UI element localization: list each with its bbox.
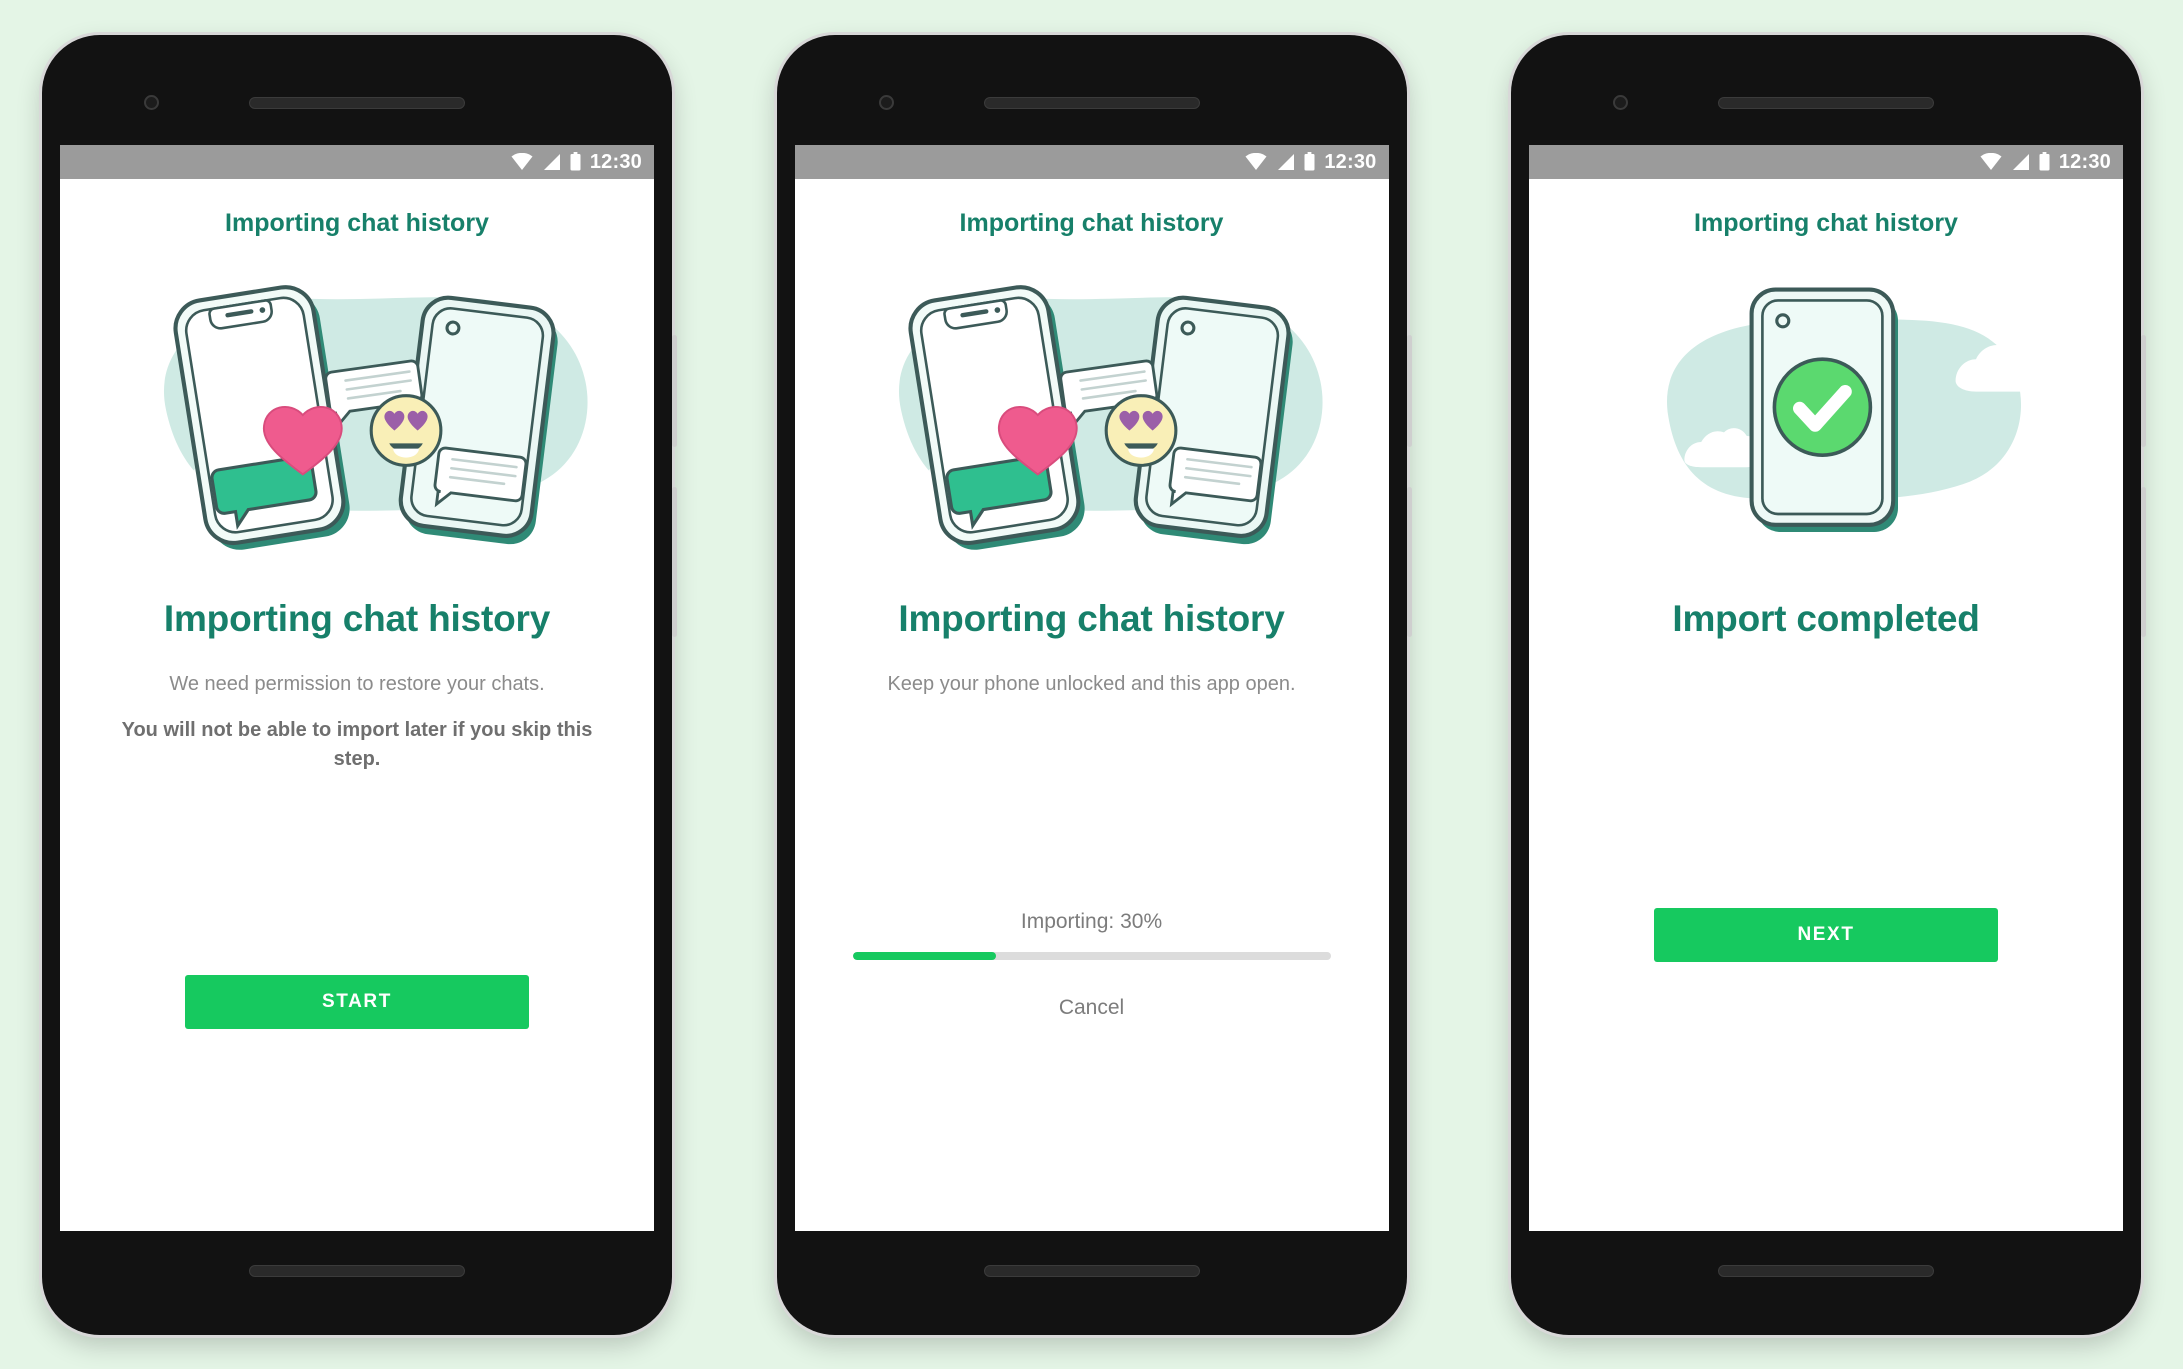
progress-label: Importing: 30%	[1020, 909, 1163, 933]
status-bar-clock: 12:30	[2058, 150, 2111, 173]
volume-button[interactable]	[1406, 334, 1412, 447]
phone-with-green-checkmark-illustration	[1555, 256, 2097, 556]
two-phones-chat-transfer-illustration	[86, 256, 628, 556]
status-bar: 12:30	[794, 144, 1389, 179]
earpiece-speaker	[983, 96, 1200, 109]
wifi-icon	[511, 152, 533, 170]
wifi-icon	[1980, 152, 2002, 170]
screen-subtitle: We need permission to restore your chats…	[169, 672, 545, 695]
start-button[interactable]: START	[185, 975, 529, 1029]
status-bar-clock: 12:30	[1324, 150, 1377, 173]
status-bar: 12:30	[1529, 144, 2123, 179]
bottom-speaker-grille	[983, 1264, 1200, 1277]
volume-button[interactable]	[2141, 334, 2146, 447]
page-title: Importing chat history	[959, 208, 1224, 237]
screen-headline: Import completed	[1672, 597, 1980, 639]
device-frame-permission: 12:30 Importing chat history Importing c…	[42, 34, 677, 1335]
battery-icon	[1304, 152, 1315, 171]
device-frame-completed: 12:30 Importing chat history Import comp…	[1511, 34, 2146, 1335]
screen-headline: Importing chat history	[163, 597, 551, 639]
screen-completed: 12:30 Importing chat history Import comp…	[1529, 144, 2123, 1231]
bottom-speaker-grille	[249, 1264, 465, 1277]
cellular-signal-icon	[2012, 153, 2029, 170]
page-title: Importing chat history	[1694, 208, 1958, 237]
progress-bar-track	[852, 951, 1331, 960]
screen-body-permission: Importing chat history Importing chat hi…	[60, 179, 654, 1231]
wifi-icon	[1245, 152, 1267, 170]
progress-bar-fill	[852, 951, 996, 960]
earpiece-speaker	[249, 96, 465, 109]
screen-headline: Importing chat history	[898, 597, 1285, 639]
status-bar: 12:30	[60, 144, 654, 179]
power-button[interactable]	[1406, 486, 1412, 637]
screen-progress: 12:30 Importing chat history Importing c…	[794, 144, 1389, 1231]
front-camera-icon	[878, 94, 894, 110]
status-bar-clock: 12:30	[589, 150, 642, 173]
cellular-signal-icon	[1278, 153, 1295, 170]
cellular-signal-icon	[543, 153, 560, 170]
page-title: Importing chat history	[225, 208, 489, 237]
bottom-speaker-grille	[1718, 1264, 1934, 1277]
screen-permission: 12:30 Importing chat history Importing c…	[60, 144, 654, 1231]
front-camera-icon	[1613, 94, 1628, 110]
power-button[interactable]	[2141, 486, 2146, 637]
screen-warning-text: You will not be able to import later if …	[121, 718, 593, 770]
volume-button[interactable]	[672, 334, 677, 447]
front-camera-icon	[144, 94, 159, 110]
power-button[interactable]	[672, 486, 677, 637]
battery-icon	[570, 152, 581, 171]
earpiece-speaker	[1718, 96, 1934, 109]
device-frame-progress: 12:30 Importing chat history Importing c…	[776, 34, 1412, 1335]
screen-body-progress: Importing chat history Importing chat hi…	[795, 179, 1389, 1231]
import-progress-section: Importing: 30% Cancel	[821, 910, 1363, 1020]
screen-body-completed: Importing chat history Import completed …	[1529, 179, 2123, 1231]
battery-icon	[2039, 152, 2050, 171]
next-button[interactable]: NEXT	[1654, 908, 1998, 962]
cancel-button[interactable]: Cancel	[1059, 996, 1124, 1020]
screen-subtitle: Keep your phone unlocked and this app op…	[887, 672, 1296, 695]
screenshot-canvas: 12:30 Importing chat history Importing c…	[0, 0, 2183, 1369]
two-phones-chat-transfer-illustration	[821, 256, 1363, 556]
